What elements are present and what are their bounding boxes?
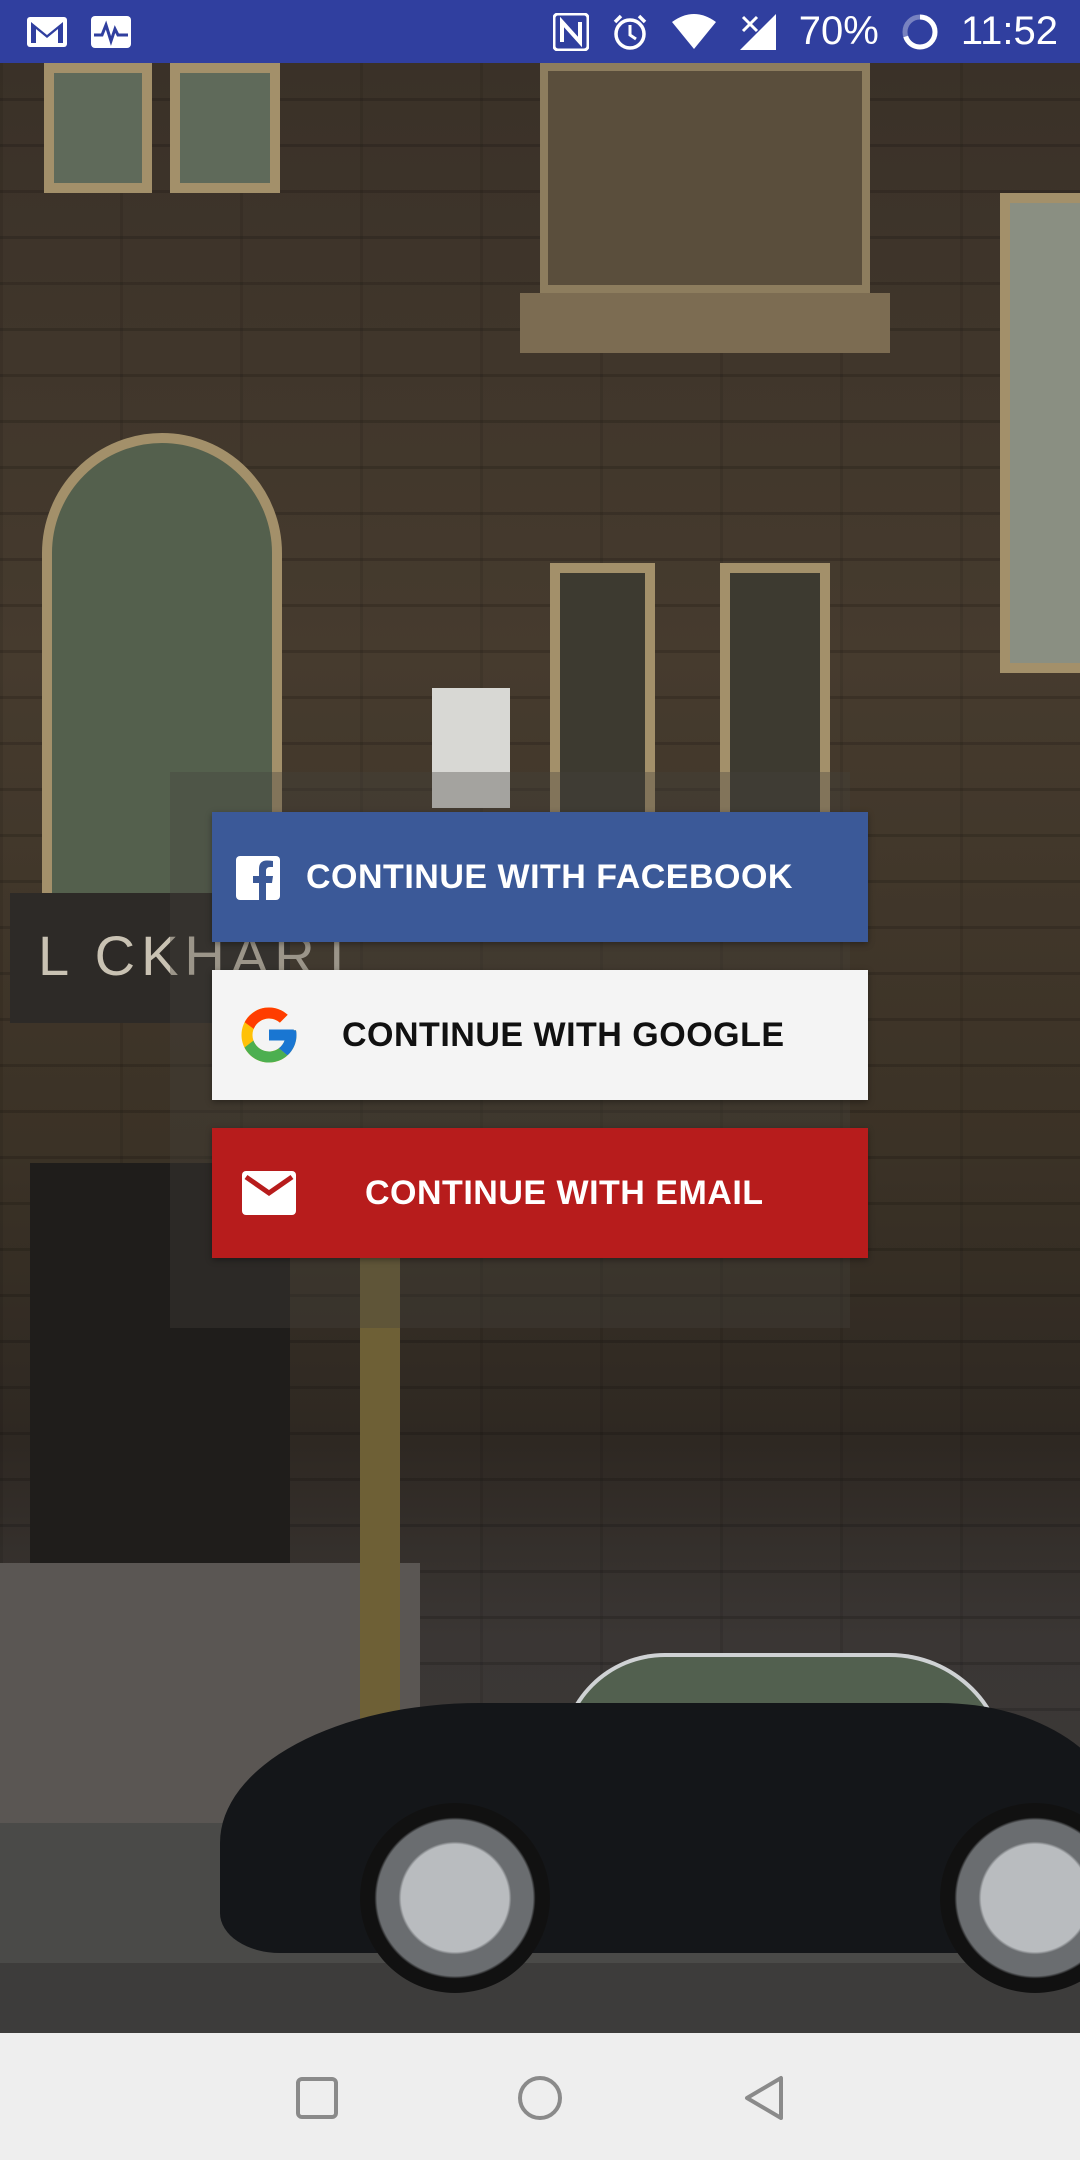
nfc-icon	[552, 12, 589, 51]
gmail-icon	[26, 16, 68, 48]
signal-icon	[739, 13, 777, 51]
continue-with-email-button[interactable]: CONTINUE WITH EMAIL	[212, 1128, 868, 1258]
car-front-wheel	[360, 1803, 550, 1993]
alarm-icon	[611, 13, 649, 51]
navigation-bar	[0, 2033, 1080, 2160]
facebook-button-label: CONTINUE WITH FACEBOOK	[306, 857, 793, 896]
clock: 11:52	[960, 9, 1058, 53]
balcony	[540, 63, 870, 293]
right-window	[1000, 193, 1080, 673]
activity-monitor-icon	[90, 15, 132, 49]
balcony-ledge	[520, 293, 890, 353]
status-bar: 70% 11:52	[0, 0, 1080, 63]
status-bar-left	[26, 15, 132, 49]
status-bar-right: 70% 11:52	[552, 9, 1058, 54]
continue-with-google-button[interactable]: CONTINUE WITH GOOGLE	[212, 970, 868, 1100]
recents-square-icon[interactable]	[282, 2063, 352, 2133]
facebook-icon	[236, 856, 280, 900]
home-circle-icon[interactable]	[505, 2063, 575, 2133]
wifi-icon	[671, 13, 717, 50]
email-button-label: CONTINUE WITH EMAIL	[365, 1173, 764, 1212]
upper-window-right	[170, 63, 280, 193]
google-icon	[236, 1002, 302, 1068]
back-triangle-icon[interactable]	[728, 2063, 798, 2133]
upper-window-left	[44, 63, 152, 193]
battery-percent: 70%	[798, 9, 879, 53]
mail-icon	[242, 1171, 296, 1215]
google-button-label: CONTINUE WITH GOOGLE	[342, 1015, 785, 1054]
road	[0, 1963, 1080, 2033]
battery-icon	[901, 13, 939, 51]
continue-with-facebook-button[interactable]: CONTINUE WITH FACEBOOK	[212, 812, 868, 942]
